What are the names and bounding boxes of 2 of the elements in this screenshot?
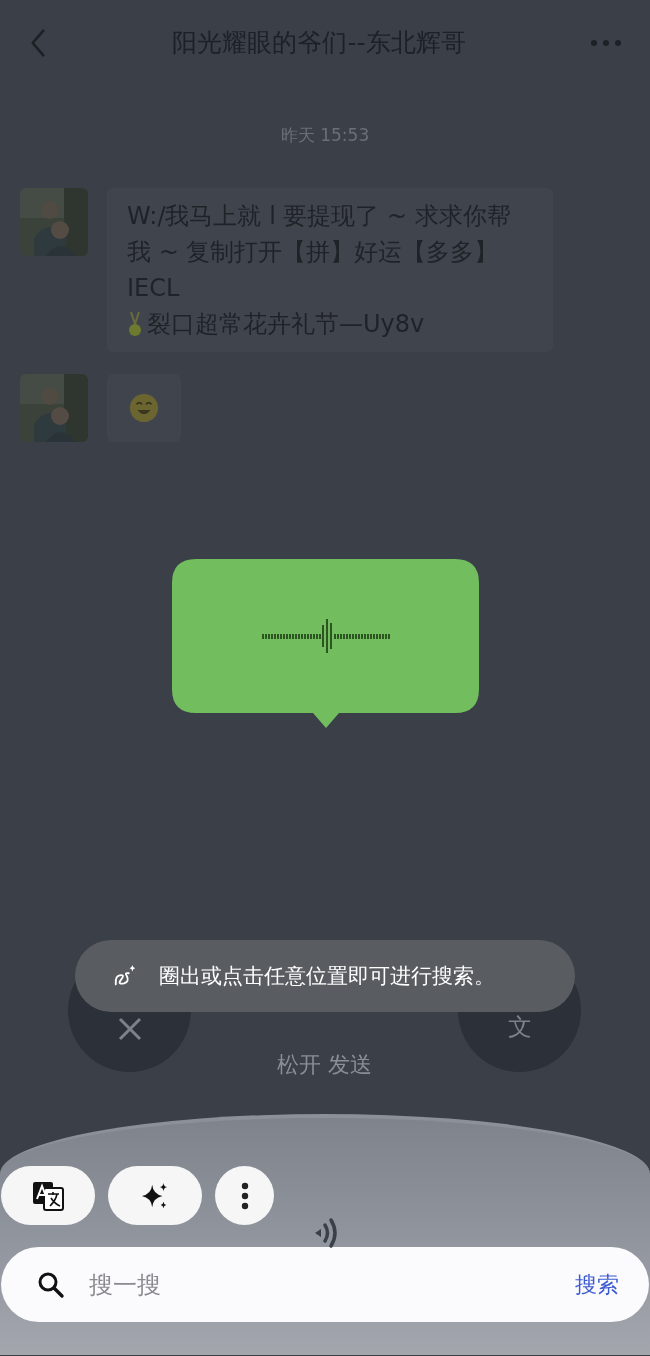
toast-text: 圈出或点击任意位置即可进行搜索。 [159,963,495,990]
release-hint: 松开 发送 [277,1051,372,1079]
